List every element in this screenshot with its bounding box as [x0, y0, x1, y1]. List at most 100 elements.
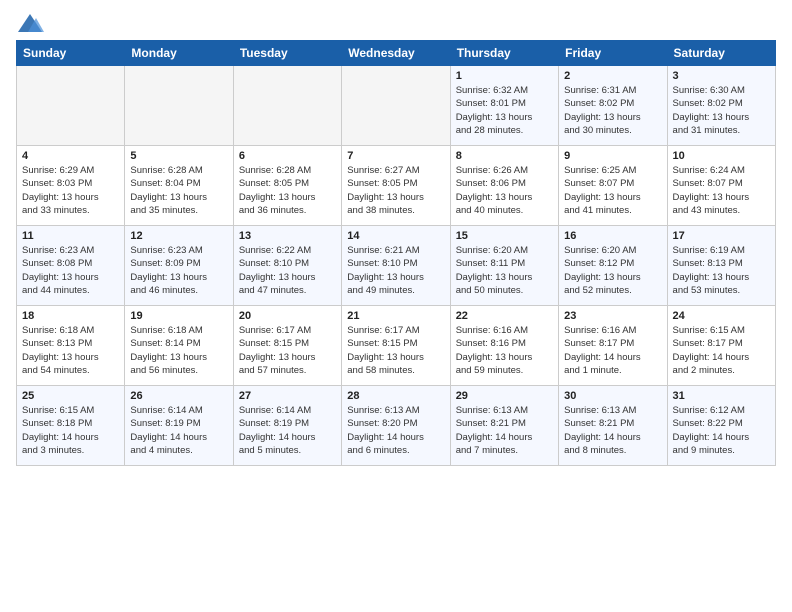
- calendar-cell: 29 Sunrise: 6:13 AM Sunset: 8:21 PM Dayli…: [450, 386, 558, 466]
- calendar-week-3: 11 Sunrise: 6:23 AM Sunset: 8:08 PM Dayli…: [17, 226, 776, 306]
- calendar-week-2: 4 Sunrise: 6:29 AM Sunset: 8:03 PM Daylig…: [17, 146, 776, 226]
- calendar-cell: 7 Sunrise: 6:27 AM Sunset: 8:05 PM Daylig…: [342, 146, 450, 226]
- calendar-header-row: SundayMondayTuesdayWednesdayThursdayFrid…: [17, 41, 776, 66]
- calendar-cell: 14 Sunrise: 6:21 AM Sunset: 8:10 PM Dayli…: [342, 226, 450, 306]
- calendar-cell: 15 Sunrise: 6:20 AM Sunset: 8:11 PM Dayli…: [450, 226, 558, 306]
- calendar-cell: 23 Sunrise: 6:16 AM Sunset: 8:17 PM Dayli…: [559, 306, 667, 386]
- day-number: 22: [456, 310, 553, 322]
- day-info: Sunrise: 6:13 AM Sunset: 8:21 PM Dayligh…: [564, 404, 661, 457]
- day-number: 20: [239, 310, 336, 322]
- weekday-header-friday: Friday: [559, 41, 667, 66]
- day-info: Sunrise: 6:18 AM Sunset: 8:14 PM Dayligh…: [130, 324, 227, 377]
- day-info: Sunrise: 6:21 AM Sunset: 8:10 PM Dayligh…: [347, 244, 444, 297]
- day-info: Sunrise: 6:16 AM Sunset: 8:16 PM Dayligh…: [456, 324, 553, 377]
- calendar-cell: [17, 66, 125, 146]
- day-number: 6: [239, 150, 336, 162]
- day-info: Sunrise: 6:12 AM Sunset: 8:22 PM Dayligh…: [673, 404, 770, 457]
- day-info: Sunrise: 6:16 AM Sunset: 8:17 PM Dayligh…: [564, 324, 661, 377]
- day-number: 12: [130, 230, 227, 242]
- day-number: 3: [673, 70, 770, 82]
- day-number: 16: [564, 230, 661, 242]
- calendar-cell: 1 Sunrise: 6:32 AM Sunset: 8:01 PM Daylig…: [450, 66, 558, 146]
- day-number: 13: [239, 230, 336, 242]
- calendar-cell: 30 Sunrise: 6:13 AM Sunset: 8:21 PM Dayli…: [559, 386, 667, 466]
- day-number: 25: [22, 390, 119, 402]
- calendar-cell: 3 Sunrise: 6:30 AM Sunset: 8:02 PM Daylig…: [667, 66, 775, 146]
- logo-icon: [16, 12, 44, 36]
- calendar-cell: 12 Sunrise: 6:23 AM Sunset: 8:09 PM Dayli…: [125, 226, 233, 306]
- day-number: 26: [130, 390, 227, 402]
- day-number: 23: [564, 310, 661, 322]
- day-info: Sunrise: 6:24 AM Sunset: 8:07 PM Dayligh…: [673, 164, 770, 217]
- calendar-week-4: 18Sunrise: 6:18 AM Sunset: 8:13 PM Dayli…: [17, 306, 776, 386]
- calendar-cell: 8 Sunrise: 6:26 AM Sunset: 8:06 PM Daylig…: [450, 146, 558, 226]
- calendar-cell: [233, 66, 341, 146]
- day-number: 17: [673, 230, 770, 242]
- day-info: Sunrise: 6:25 AM Sunset: 8:07 PM Dayligh…: [564, 164, 661, 217]
- calendar-cell: 5 Sunrise: 6:28 AM Sunset: 8:04 PM Daylig…: [125, 146, 233, 226]
- calendar-cell: 11 Sunrise: 6:23 AM Sunset: 8:08 PM Dayli…: [17, 226, 125, 306]
- day-number: 14: [347, 230, 444, 242]
- day-info: Sunrise: 6:17 AM Sunset: 8:15 PM Dayligh…: [347, 324, 444, 377]
- day-number: 15: [456, 230, 553, 242]
- calendar-cell: 28Sunrise: 6:13 AM Sunset: 8:20 PM Dayli…: [342, 386, 450, 466]
- page: SundayMondayTuesdayWednesdayThursdayFrid…: [0, 0, 792, 612]
- calendar-table: SundayMondayTuesdayWednesdayThursdayFrid…: [16, 40, 776, 466]
- day-info: Sunrise: 6:29 AM Sunset: 8:03 PM Dayligh…: [22, 164, 119, 217]
- day-number: 28: [347, 390, 444, 402]
- day-number: 4: [22, 150, 119, 162]
- day-info: Sunrise: 6:17 AM Sunset: 8:15 PM Dayligh…: [239, 324, 336, 377]
- calendar-cell: 22 Sunrise: 6:16 AM Sunset: 8:16 PM Dayli…: [450, 306, 558, 386]
- calendar-cell: 2 Sunrise: 6:31 AM Sunset: 8:02 PM Daylig…: [559, 66, 667, 146]
- calendar-week-1: 1 Sunrise: 6:32 AM Sunset: 8:01 PM Daylig…: [17, 66, 776, 146]
- weekday-header-monday: Monday: [125, 41, 233, 66]
- weekday-header-wednesday: Wednesday: [342, 41, 450, 66]
- day-info: Sunrise: 6:30 AM Sunset: 8:02 PM Dayligh…: [673, 84, 770, 137]
- day-info: Sunrise: 6:22 AM Sunset: 8:10 PM Dayligh…: [239, 244, 336, 297]
- day-info: Sunrise: 6:26 AM Sunset: 8:06 PM Dayligh…: [456, 164, 553, 217]
- day-number: 29: [456, 390, 553, 402]
- day-info: Sunrise: 6:28 AM Sunset: 8:05 PM Dayligh…: [239, 164, 336, 217]
- day-number: 5: [130, 150, 227, 162]
- day-number: 10: [673, 150, 770, 162]
- calendar-cell: 19Sunrise: 6:18 AM Sunset: 8:14 PM Dayli…: [125, 306, 233, 386]
- day-info: Sunrise: 6:20 AM Sunset: 8:11 PM Dayligh…: [456, 244, 553, 297]
- day-info: Sunrise: 6:14 AM Sunset: 8:19 PM Dayligh…: [239, 404, 336, 457]
- logo: [16, 12, 48, 36]
- calendar-cell: [342, 66, 450, 146]
- day-number: 7: [347, 150, 444, 162]
- calendar-cell: 24Sunrise: 6:15 AM Sunset: 8:17 PM Dayli…: [667, 306, 775, 386]
- weekday-header-thursday: Thursday: [450, 41, 558, 66]
- day-info: Sunrise: 6:23 AM Sunset: 8:08 PM Dayligh…: [22, 244, 119, 297]
- day-info: Sunrise: 6:23 AM Sunset: 8:09 PM Dayligh…: [130, 244, 227, 297]
- calendar-cell: 17 Sunrise: 6:19 AM Sunset: 8:13 PM Dayli…: [667, 226, 775, 306]
- day-info: Sunrise: 6:27 AM Sunset: 8:05 PM Dayligh…: [347, 164, 444, 217]
- day-number: 8: [456, 150, 553, 162]
- day-info: Sunrise: 6:14 AM Sunset: 8:19 PM Dayligh…: [130, 404, 227, 457]
- day-number: 9: [564, 150, 661, 162]
- day-number: 1: [456, 70, 553, 82]
- day-info: Sunrise: 6:28 AM Sunset: 8:04 PM Dayligh…: [130, 164, 227, 217]
- day-info: Sunrise: 6:32 AM Sunset: 8:01 PM Dayligh…: [456, 84, 553, 137]
- day-info: Sunrise: 6:15 AM Sunset: 8:18 PM Dayligh…: [22, 404, 119, 457]
- calendar-cell: 21Sunrise: 6:17 AM Sunset: 8:15 PM Dayli…: [342, 306, 450, 386]
- calendar-cell: 6 Sunrise: 6:28 AM Sunset: 8:05 PM Daylig…: [233, 146, 341, 226]
- day-info: Sunrise: 6:19 AM Sunset: 8:13 PM Dayligh…: [673, 244, 770, 297]
- weekday-header-saturday: Saturday: [667, 41, 775, 66]
- calendar-cell: 26 Sunrise: 6:14 AM Sunset: 8:19 PM Dayli…: [125, 386, 233, 466]
- day-info: Sunrise: 6:31 AM Sunset: 8:02 PM Dayligh…: [564, 84, 661, 137]
- calendar-cell: 13 Sunrise: 6:22 AM Sunset: 8:10 PM Dayli…: [233, 226, 341, 306]
- calendar-cell: 4 Sunrise: 6:29 AM Sunset: 8:03 PM Daylig…: [17, 146, 125, 226]
- day-number: 2: [564, 70, 661, 82]
- day-number: 11: [22, 230, 119, 242]
- calendar-cell: 25 Sunrise: 6:15 AM Sunset: 8:18 PM Dayli…: [17, 386, 125, 466]
- calendar-cell: [125, 66, 233, 146]
- day-info: Sunrise: 6:13 AM Sunset: 8:21 PM Dayligh…: [456, 404, 553, 457]
- day-number: 30: [564, 390, 661, 402]
- weekday-header-tuesday: Tuesday: [233, 41, 341, 66]
- day-number: 27: [239, 390, 336, 402]
- calendar-cell: 31Sunrise: 6:12 AM Sunset: 8:22 PM Dayli…: [667, 386, 775, 466]
- day-number: 18: [22, 310, 119, 322]
- calendar-cell: 20 Sunrise: 6:17 AM Sunset: 8:15 PM Dayli…: [233, 306, 341, 386]
- calendar-cell: 9 Sunrise: 6:25 AM Sunset: 8:07 PM Daylig…: [559, 146, 667, 226]
